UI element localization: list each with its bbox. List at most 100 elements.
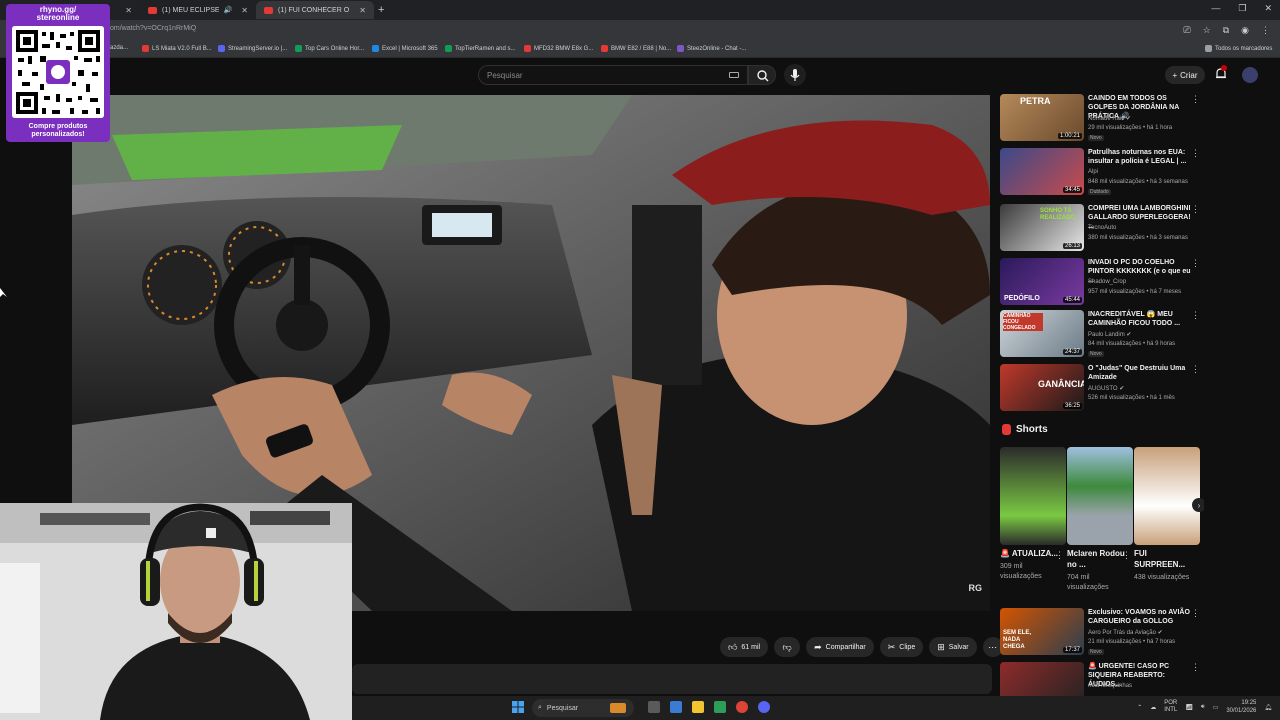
bookmark-star-icon[interactable]: ☆ bbox=[1203, 25, 1211, 36]
extensions-icon[interactable]: ⧉ bbox=[1223, 25, 1229, 36]
channel-name[interactable]: Shadow_Crop bbox=[1088, 279, 1126, 285]
short-title[interactable]: 🚨 ATUALIZA... bbox=[1000, 548, 1058, 559]
bookmark-item[interactable]: Excel | Microsoft 365 bbox=[372, 45, 438, 52]
clip-button[interactable]: ✂ Clipe bbox=[879, 637, 924, 657]
volume-icon[interactable]: 🔊︎ bbox=[1201, 704, 1205, 711]
video-title[interactable]: Exclusivo: VOAMOS no AVIÃO CARGUEIRO da … bbox=[1088, 608, 1192, 626]
video-title[interactable]: O "Judas" Que Destruiu Uma Amizade bbox=[1088, 364, 1192, 382]
all-bookmarks[interactable]: Todos os marcadores bbox=[1205, 45, 1272, 52]
recommendation-item[interactable]: 34:45 Patrulhas noturnas nos EUA: insult… bbox=[1000, 146, 1204, 196]
channel-name[interactable]: noia fofoquinhas bbox=[1088, 683, 1132, 689]
account-avatar[interactable] bbox=[1242, 67, 1258, 83]
dislike-button[interactable]: 👎︎ bbox=[774, 637, 801, 657]
create-button[interactable]: + Criar bbox=[1165, 66, 1205, 84]
channel-name[interactable]: Alpi bbox=[1088, 169, 1098, 175]
recommendation-item[interactable]: SEM ELE, NADA CHEGA 17:37 Exclusivo: VOA… bbox=[1000, 606, 1204, 656]
new-tab-button[interactable]: + bbox=[378, 4, 384, 16]
recommendation-item[interactable]: SONHO TÁ REALIZADO 26:13 COMPREI UMA LAM… bbox=[1000, 202, 1204, 252]
channel-name[interactable]: Nômade Raiz ✔ bbox=[1088, 115, 1131, 122]
bookmark-item[interactable]: Top Cars Online Hor... bbox=[295, 45, 364, 52]
more-vertical-icon[interactable]: ⋮ bbox=[1191, 662, 1200, 673]
video-title[interactable]: INACREDITÁVEL 😱 MEU CAMINHÃO FICOU TODO … bbox=[1088, 310, 1192, 328]
bookmark-item[interactable]: azda... bbox=[110, 45, 128, 51]
clock[interactable]: 19:25 30/01/2026 bbox=[1226, 699, 1256, 715]
bookmark-item[interactable]: LS Miata V2.0 Full B... bbox=[142, 45, 212, 52]
bookmark-item[interactable]: TopTierRamen and s... bbox=[445, 45, 515, 52]
shorts-next-button[interactable]: › bbox=[1192, 498, 1204, 512]
recommendation-item[interactable]: CAMINHÃO FICOU CONGELADO 24:37 INACREDIT… bbox=[1000, 308, 1204, 358]
task-view-icon[interactable] bbox=[648, 701, 660, 713]
more-vertical-icon[interactable]: ⋮ bbox=[1122, 550, 1131, 561]
recommendation-item[interactable]: PEDÓFILO 45:44 INVADI O PC DO COELHO PIN… bbox=[1000, 256, 1204, 306]
search-input[interactable]: Pesquisar bbox=[478, 65, 748, 85]
voice-search-button[interactable] bbox=[784, 64, 806, 86]
more-vertical-icon[interactable]: ⋮ bbox=[1191, 94, 1200, 105]
tab-meu-eclipse[interactable]: (1) MEU ECLIPSE FINALME 🔊 ✕ bbox=[140, 1, 256, 19]
share-button[interactable]: ➦ Compartilhar bbox=[806, 637, 874, 657]
more-vertical-icon[interactable]: ⋮ bbox=[1191, 148, 1200, 159]
more-vertical-icon[interactable]: ⋮ bbox=[1191, 364, 1200, 375]
tray-chevron-up-icon[interactable]: ⌃ bbox=[1137, 704, 1142, 711]
video-title[interactable]: Patrulhas noturnas nos EUA: insultar a p… bbox=[1088, 148, 1192, 166]
short-title[interactable]: Mclaren Rodou no ... bbox=[1067, 548, 1125, 570]
close-tab-icon[interactable]: ✕ bbox=[125, 6, 132, 15]
bookmark-item[interactable]: MFD32 BMW E8x G... bbox=[524, 45, 593, 52]
discord-icon[interactable] bbox=[758, 701, 770, 713]
search-button[interactable] bbox=[748, 65, 776, 85]
short-item[interactable]: 🚨 ATUALIZA... 309 mil visualizações ⋮ bbox=[1000, 447, 1066, 592]
like-button[interactable]: 👍︎ 61 mil bbox=[720, 637, 769, 657]
cast-icon[interactable]: ⎚ bbox=[1183, 25, 1190, 36]
video-thumbnail[interactable]: SEM ELE, NADA CHEGA 17:37 bbox=[1000, 608, 1084, 655]
more-vertical-icon[interactable]: ⋮ bbox=[1055, 550, 1064, 561]
recommendation-item[interactable]: GANÂNCIA 36:25 O "Judas" Que Destruiu Um… bbox=[1000, 362, 1204, 412]
video-thumbnail[interactable]: SONHO TÁ REALIZADO 26:13 bbox=[1000, 204, 1084, 251]
close-window-icon[interactable]: ✕ bbox=[1264, 3, 1272, 14]
more-vertical-icon[interactable]: ⋮ bbox=[1191, 258, 1200, 269]
url-text[interactable]: om/watch?v=OCrq1nRrMiQ bbox=[110, 25, 196, 32]
menu-icon[interactable]: ⋮ bbox=[1261, 25, 1270, 36]
close-tab-icon[interactable]: ✕ bbox=[359, 6, 366, 15]
bookmark-item[interactable]: StreamingServer.io |... bbox=[218, 45, 287, 52]
short-item[interactable]: FUI SURPREEN... 438 visualizações bbox=[1134, 447, 1200, 592]
bookmark-item[interactable]: BMW E82 / E88 | No... bbox=[601, 45, 671, 52]
save-button[interactable]: ⊞ Salvar bbox=[929, 637, 977, 657]
description-box[interactable] bbox=[352, 664, 992, 694]
channel-name[interactable]: AUGUSTO ✔ bbox=[1088, 385, 1124, 392]
channel-name[interactable]: Paulo Landim ✔ bbox=[1088, 331, 1131, 338]
minimize-icon[interactable]: — bbox=[1211, 3, 1220, 14]
video-thumbnail[interactable]: PEDÓFILO 45:44 bbox=[1000, 258, 1084, 305]
speaker-icon[interactable]: 🔊 bbox=[224, 6, 233, 14]
taskbar-search[interactable]: ⌕ Pesquisar bbox=[532, 699, 634, 717]
video-thumbnail[interactable]: PETRA 1:00:21 bbox=[1000, 94, 1084, 141]
windows-start-icon[interactable] bbox=[512, 701, 524, 713]
more-vertical-icon[interactable]: ⋮ bbox=[1191, 204, 1200, 215]
keyboard-icon[interactable] bbox=[729, 72, 739, 78]
short-thumbnail[interactable] bbox=[1000, 447, 1066, 545]
recommendation-item[interactable]: 🚨 URGENTE! CASO PC SIQUEIRA REABERTO: ÁU… bbox=[1000, 660, 1204, 696]
chrome-icon[interactable] bbox=[736, 701, 748, 713]
battery-icon[interactable]: ▭ bbox=[1213, 704, 1219, 711]
language-indicator[interactable]: POR INTL bbox=[1164, 700, 1177, 714]
channel-name[interactable]: TecnoAuto bbox=[1088, 225, 1116, 231]
short-title[interactable]: FUI SURPREEN... bbox=[1134, 548, 1192, 570]
wifi-icon[interactable]: 📶︎ bbox=[1185, 704, 1193, 711]
short-thumbnail[interactable] bbox=[1067, 447, 1133, 545]
channel-name[interactable]: Aero Por Trás da Aviação ✔ bbox=[1088, 629, 1163, 636]
video-thumbnail[interactable]: CAMINHÃO FICOU CONGELADO 24:37 bbox=[1000, 310, 1084, 357]
close-tab-icon[interactable]: ✕ bbox=[241, 6, 248, 15]
bookmark-item[interactable]: SteezOnline - Chat -... bbox=[677, 45, 746, 52]
onedrive-icon[interactable]: ☁ bbox=[1150, 704, 1156, 711]
address-bar[interactable]: om/watch?v=OCrq1nRrMiQ ⎚ ☆ ⧉ ◉ ⋮ bbox=[0, 20, 1280, 42]
file-explorer-icon[interactable] bbox=[692, 701, 704, 713]
more-vertical-icon[interactable]: ⋮ bbox=[1191, 310, 1200, 321]
video-thumbnail[interactable] bbox=[1000, 662, 1084, 696]
profile-icon[interactable]: ◉ bbox=[1241, 25, 1249, 36]
short-item[interactable]: Mclaren Rodou no ... 704 mil visualizaçõ… bbox=[1067, 447, 1133, 592]
video-thumbnail[interactable]: 34:45 bbox=[1000, 148, 1084, 195]
store-icon[interactable] bbox=[714, 701, 726, 713]
video-thumbnail[interactable]: GANÂNCIA 36:25 bbox=[1000, 364, 1084, 411]
copilot-icon[interactable] bbox=[670, 701, 682, 713]
maximize-icon[interactable]: ❐ bbox=[1238, 3, 1246, 14]
notifications-icon[interactable]: 🔔︎ bbox=[1264, 704, 1272, 711]
tab-fui-conhecer[interactable]: (1) FUI CONHECER O ECLIPSE ✕ bbox=[256, 1, 374, 19]
